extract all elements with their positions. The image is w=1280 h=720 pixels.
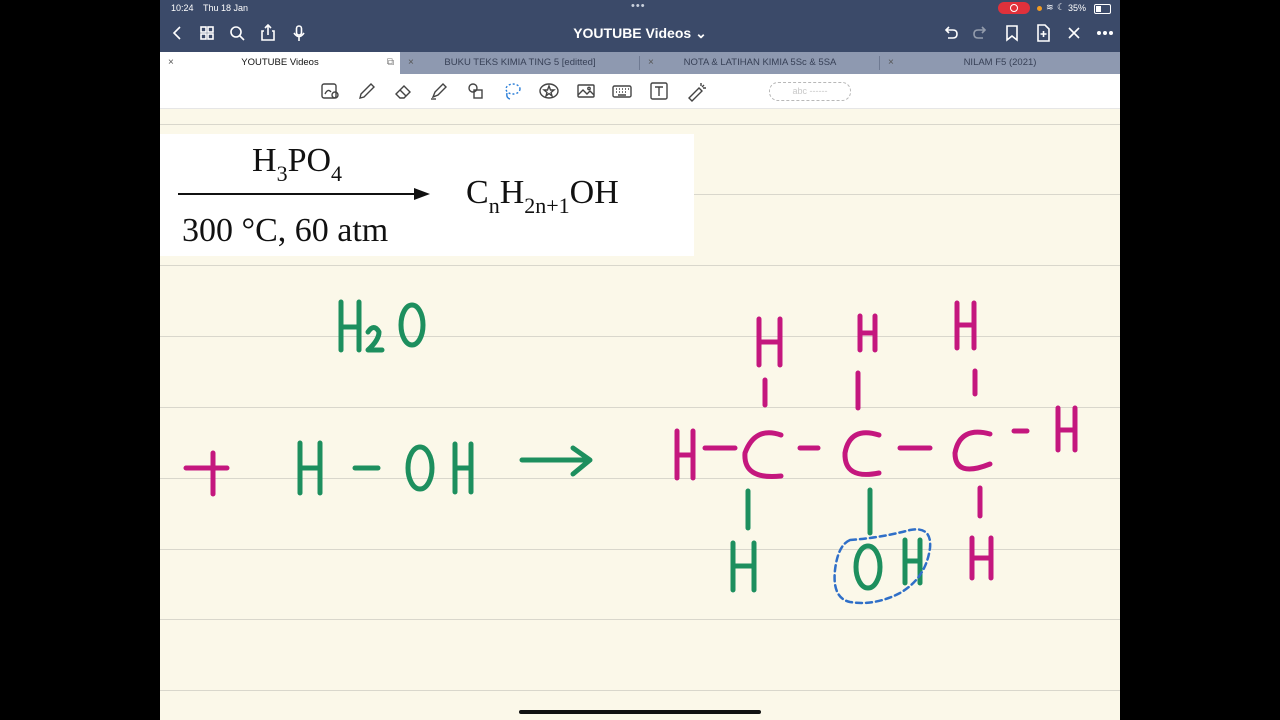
text-icon[interactable] bbox=[648, 80, 670, 102]
handwritten-water-equation bbox=[297, 440, 593, 496]
tab-label: YOUTUBE Videos bbox=[241, 57, 319, 68]
tab-youtube-videos[interactable]: × YOUTUBE Videos ⧉ bbox=[160, 52, 400, 74]
split-view-icon[interactable]: ⧉ bbox=[387, 52, 394, 74]
tab-nilam[interactable]: × NILAM F5 (2021) bbox=[880, 52, 1120, 74]
image-icon[interactable] bbox=[575, 80, 597, 102]
tab-label: NOTA & LATIHAN KIMIA 5Sc & 5SA bbox=[683, 57, 837, 68]
drawing-toolbar: abc ------ bbox=[160, 74, 1120, 109]
ipad-screen: 10:24 Thu 18 Jan ••• ≋ ☾ 35% YOUTUBE Vid… bbox=[160, 0, 1120, 720]
home-indicator[interactable] bbox=[519, 710, 761, 714]
laser-pointer-icon[interactable] bbox=[685, 80, 707, 102]
keyboard-icon[interactable] bbox=[611, 80, 633, 102]
status-bar: 10:24 Thu 18 Jan ••• ≋ ☾ 35% bbox=[160, 0, 1120, 16]
add-page-icon[interactable] bbox=[1033, 23, 1053, 43]
status-date: Thu 18 Jan bbox=[203, 3, 249, 13]
tab-nota-latihan[interactable]: × NOTA & LATIHAN KIMIA 5Sc & 5SA bbox=[640, 52, 880, 74]
handwritten-water-formula bbox=[338, 299, 426, 353]
battery-icon bbox=[1094, 4, 1111, 14]
sticker-icon[interactable] bbox=[538, 80, 560, 102]
title-bar: YOUTUBE Videos ⌄ bbox=[160, 16, 1120, 52]
tab-buku-teks[interactable]: × BUKU TEKS KIMIA TING 5 [editted] bbox=[400, 52, 640, 74]
close-icon[interactable] bbox=[1064, 23, 1084, 43]
tab-label: NILAM F5 (2021) bbox=[963, 57, 1037, 68]
battery-percentage: 35% bbox=[1068, 3, 1087, 13]
wifi-icon: ≋ bbox=[1046, 2, 1054, 12]
reading-mode-icon[interactable] bbox=[319, 80, 341, 102]
pen-icon[interactable] bbox=[356, 80, 378, 102]
focus-moon-icon: ☾ bbox=[1057, 2, 1066, 12]
tab-close-icon[interactable]: × bbox=[168, 52, 174, 74]
document-tabs: × YOUTUBE Videos ⧉ × BUKU TEKS KIMIA TIN… bbox=[160, 52, 1120, 74]
handwritten-ink-layer bbox=[183, 299, 1078, 605]
handwritten-plus-sign bbox=[183, 450, 230, 497]
shapes-icon[interactable] bbox=[465, 80, 487, 102]
eraser-icon[interactable] bbox=[392, 80, 414, 102]
bookmark-icon[interactable] bbox=[1002, 23, 1022, 43]
tab-close-icon[interactable]: × bbox=[888, 52, 894, 74]
handwritten-bottom-bonds bbox=[730, 487, 923, 593]
undo-icon[interactable] bbox=[940, 23, 960, 43]
multitasking-dots-icon[interactable]: ••• bbox=[631, 0, 646, 12]
tab-close-icon[interactable]: × bbox=[408, 52, 414, 74]
highlighter-icon[interactable] bbox=[428, 80, 450, 102]
text-box-tool[interactable]: abc ------ bbox=[769, 82, 851, 101]
redo-icon[interactable] bbox=[971, 23, 991, 43]
more-icon[interactable] bbox=[1095, 23, 1115, 43]
tab-label: BUKU TEKS KIMIA TING 5 [editted] bbox=[444, 57, 596, 68]
status-time: 10:24 bbox=[171, 3, 194, 13]
tab-close-icon[interactable]: × bbox=[648, 52, 654, 74]
lasso-icon[interactable] bbox=[501, 80, 523, 102]
screen-recording-icon[interactable] bbox=[998, 2, 1030, 14]
notebook-page[interactable]: H3PO4 300 °C, 60 atm CnH2n+1OH bbox=[160, 108, 1120, 720]
mic-indicator-icon bbox=[1037, 6, 1042, 11]
